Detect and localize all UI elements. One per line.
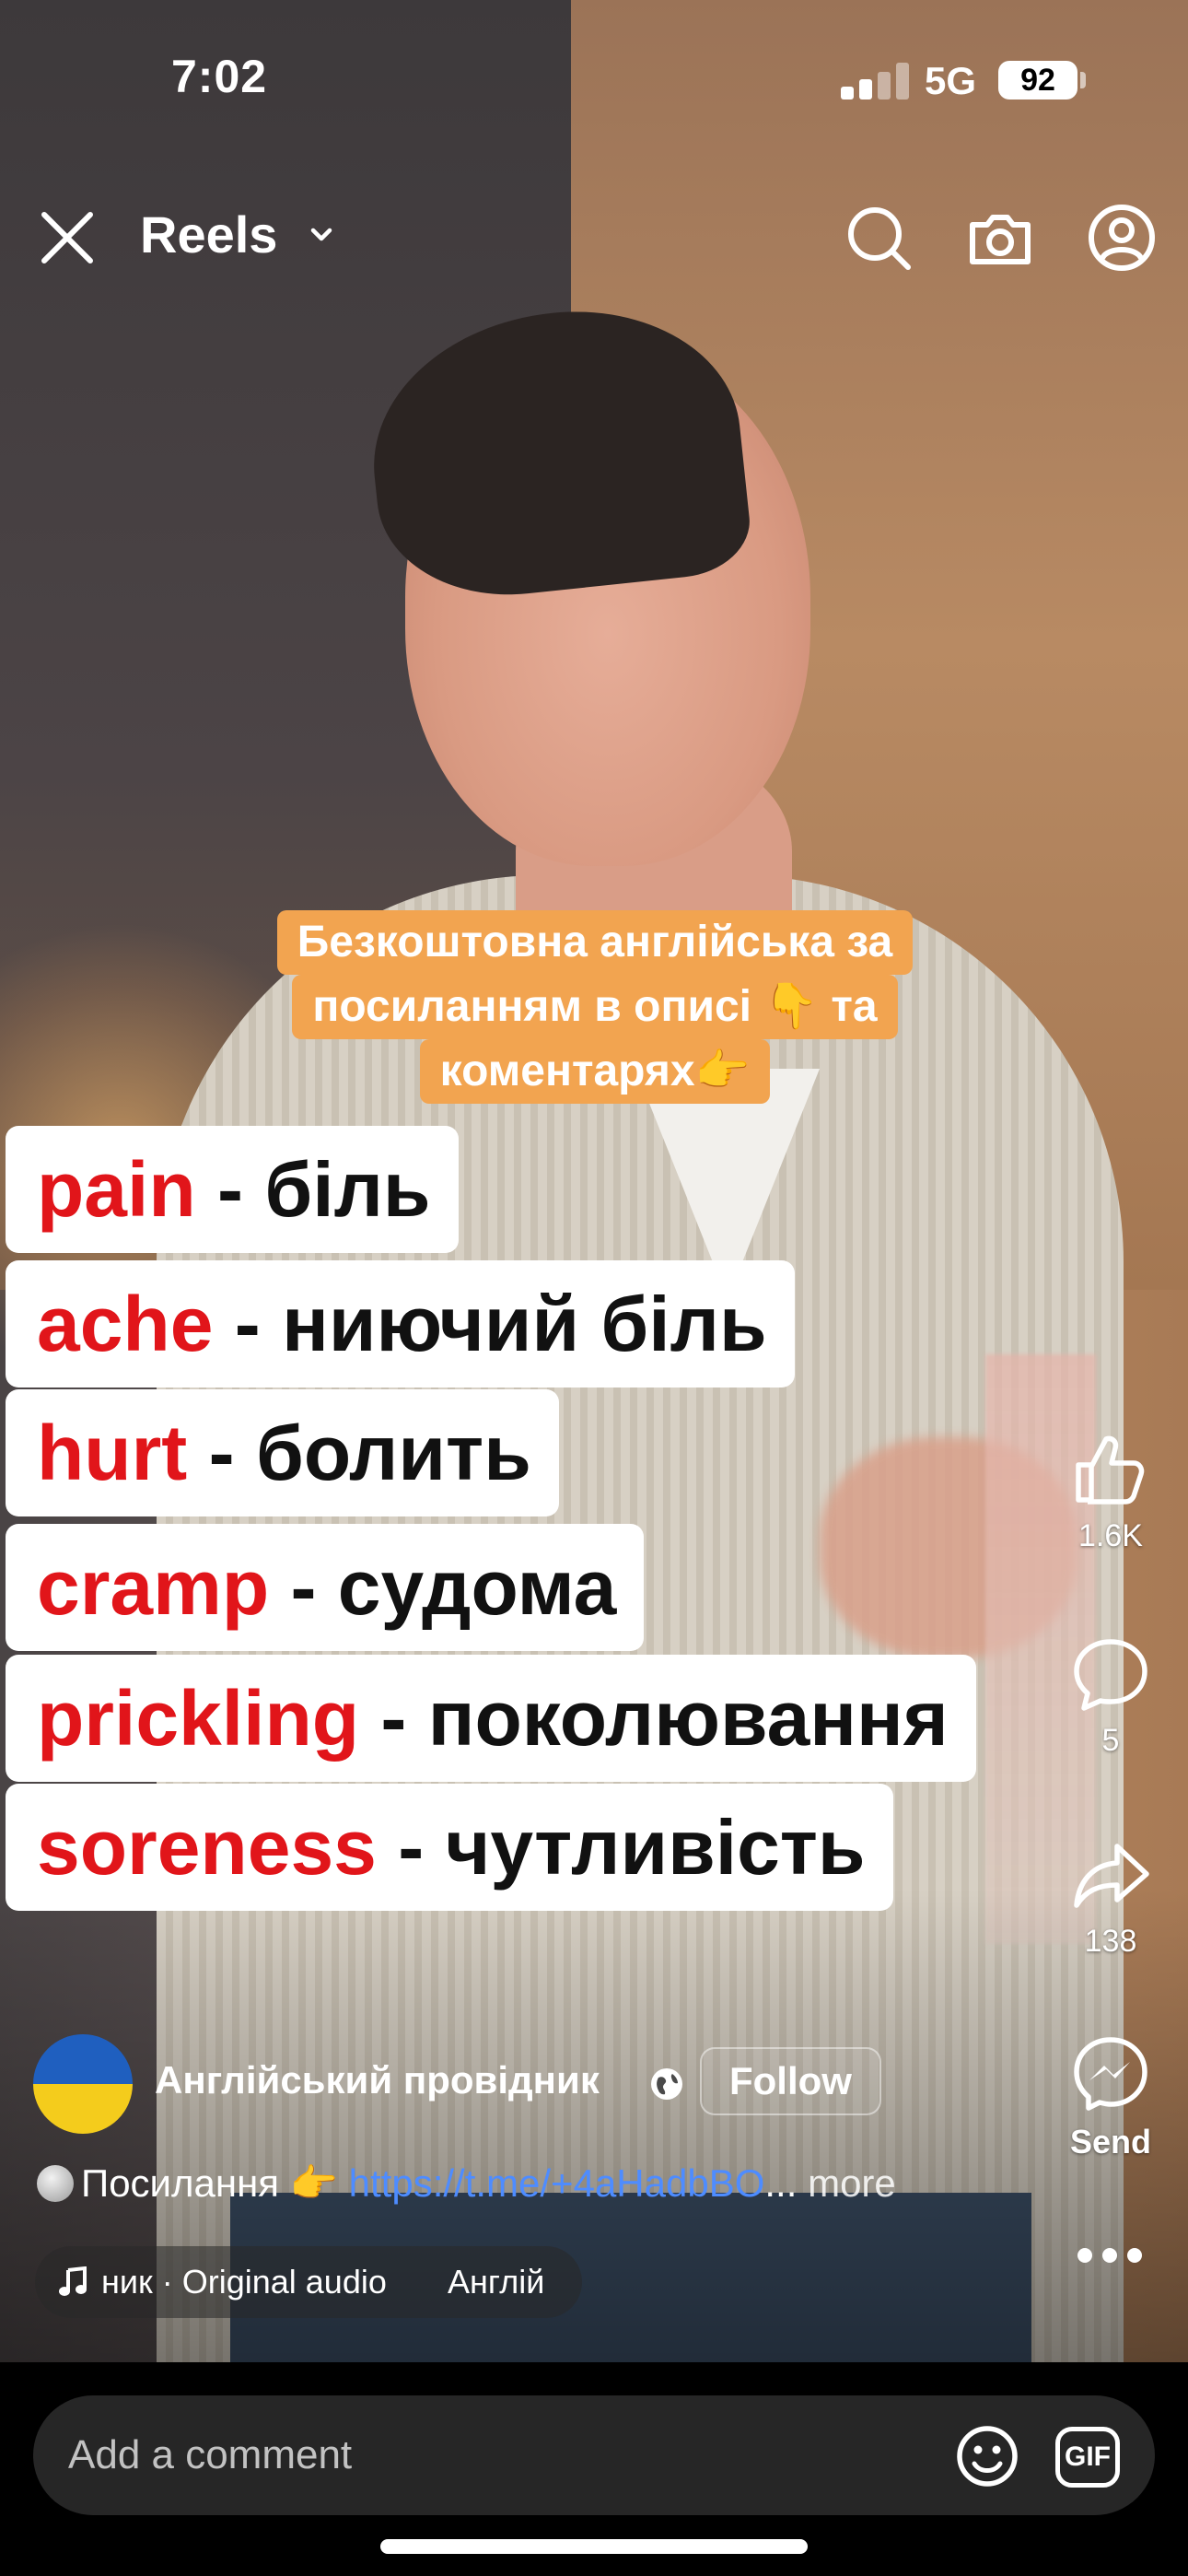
vocab-row: ache - ниючий біль <box>6 1260 795 1388</box>
audio-text-secondary: Англій <box>448 2263 545 2301</box>
caption-bullet-icon <box>37 2165 74 2202</box>
messenger-icon <box>1074 2037 1147 2111</box>
vocab-english: hurt <box>37 1410 188 1496</box>
caption-link[interactable]: https://t.me/+4aHadbBO <box>349 2161 765 2205</box>
vocab-english: ache <box>37 1281 214 1367</box>
comment-count: 5 <box>1101 1723 1120 1758</box>
comment-button[interactable]: 5 <box>1046 1633 1175 1759</box>
vocab-row: prickling - поколювання <box>6 1655 976 1782</box>
network-type: 5G <box>925 59 977 102</box>
reels-title[interactable]: Reels <box>140 205 277 264</box>
avatar[interactable] <box>33 2034 133 2134</box>
battery-icon: 92 <box>998 61 1077 100</box>
share-count: 138 <box>1084 1924 1137 1959</box>
promo-caption: Безкоштовна англійська за посиланням в о… <box>181 910 1009 1104</box>
more-options-icon[interactable] <box>1077 2248 1142 2266</box>
comment-bubble-icon <box>1074 1639 1147 1711</box>
emoji-icon[interactable] <box>954 2423 1020 2489</box>
caption-more-link[interactable]: more <box>808 2161 896 2205</box>
status-time: 7:02 <box>171 51 268 102</box>
audio-attribution[interactable]: ник · Original audio Англій <box>35 2246 582 2318</box>
vocab-row: cramp - судома <box>6 1524 645 1651</box>
vocab-ukrainian: поколювання <box>427 1675 949 1762</box>
vocab-ukrainian: болить <box>255 1410 531 1496</box>
close-icon[interactable] <box>37 207 98 268</box>
thumbs-up-icon <box>1076 1435 1145 1505</box>
caption-ellipsis: ... <box>764 2161 798 2205</box>
camera-icon[interactable] <box>963 201 1037 275</box>
profile-icon[interactable] <box>1085 201 1159 275</box>
reel-caption[interactable]: Посилання 👉 https://t.me/+4aHadbBO... mo… <box>37 2161 896 2207</box>
comment-placeholder[interactable]: Add a comment <box>68 2432 352 2478</box>
vocab-ukrainian: ниючий біль <box>282 1281 767 1367</box>
battery-cap <box>1080 72 1086 88</box>
promo-line: Безкоштовна англійська за <box>276 910 914 975</box>
promo-line: посиланням в описі 👇 та <box>292 975 898 1039</box>
share-button[interactable]: 138 <box>1046 1833 1175 1960</box>
vocab-english: cramp <box>37 1544 270 1631</box>
vocab-ukrainian: біль <box>264 1146 431 1233</box>
vocab-ukrainian: чутливість <box>445 1804 866 1891</box>
vocab-english: prickling <box>37 1675 360 1762</box>
search-icon[interactable] <box>842 201 915 275</box>
caption-prefix: Посилання 👉 <box>81 2161 338 2205</box>
vocab-ukrainian: судома <box>337 1544 617 1631</box>
vocab-row: soreness - чутливість <box>6 1784 893 1911</box>
vocab-english: soreness <box>37 1804 377 1891</box>
vocab-english: pain <box>37 1146 196 1233</box>
author-name[interactable]: Англійський провідник <box>155 2058 600 2102</box>
cellular-signal-icon <box>841 63 911 100</box>
gif-button[interactable]: GIF <box>1055 2427 1120 2488</box>
follow-button[interactable]: Follow <box>700 2047 881 2115</box>
music-note-icon <box>59 2266 87 2296</box>
home-indicator[interactable] <box>380 2539 808 2554</box>
chevron-down-icon[interactable] <box>306 219 337 251</box>
globe-icon <box>651 2068 682 2100</box>
vocab-row: pain - біль <box>6 1126 459 1253</box>
promo-line: коментарях👉 <box>419 1039 771 1104</box>
share-arrow-icon <box>1074 1844 1149 1908</box>
audio-text: ник · Original audio <box>101 2263 387 2301</box>
vocab-row: hurt - болить <box>6 1389 559 1516</box>
send-label: Send <box>1069 2123 1151 2160</box>
like-button[interactable]: 1.6K <box>1046 1428 1175 1554</box>
send-button[interactable]: Send <box>1046 2032 1175 2161</box>
like-count: 1.6K <box>1078 1518 1143 1553</box>
